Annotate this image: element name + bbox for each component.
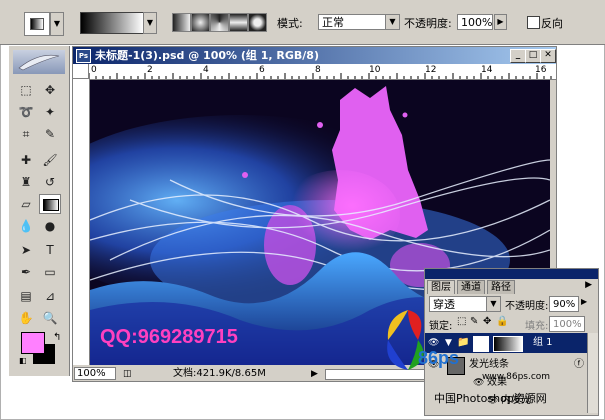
watermark-caption: 中国Photoshop资源网 <box>434 392 547 405</box>
healing-brush-tool-icon[interactable]: ✚ <box>15 150 37 170</box>
horizontal-ruler[interactable]: 0 2 4 6 8 10 12 14 16 <box>89 64 556 80</box>
zoom-input[interactable]: 100% <box>74 367 116 380</box>
tab-paths[interactable]: 路径 <box>487 280 515 294</box>
type-tool-icon[interactable]: T <box>39 240 61 260</box>
layer-opacity-arrow-icon[interactable]: ▶ <box>581 297 587 306</box>
reflected-gradient-button[interactable] <box>229 13 248 32</box>
fill-label: 填充: <box>525 321 549 332</box>
eyedropper-tool-icon[interactable]: ⊿ <box>39 286 61 306</box>
fill-value: 100% <box>553 319 582 330</box>
slice-tool-icon[interactable]: ✎ <box>39 124 61 144</box>
document-title-bar[interactable]: Ps 未标题-1(3).psd @ 100% (组 1, RGB/8) _ □ … <box>73 47 556 64</box>
watermark-brand: 86ps <box>418 348 460 368</box>
foreground-color-swatch[interactable] <box>21 332 45 354</box>
gradient-picker-dropdown-icon[interactable]: ▼ <box>143 12 157 34</box>
diamond-gradient-button[interactable] <box>248 13 267 32</box>
opacity-input-value: 100% <box>461 16 493 29</box>
shape-tool-icon[interactable]: ▭ <box>39 262 61 282</box>
path-selection-tool-icon[interactable]: ➤ <box>15 240 37 260</box>
layer-name: 组 1 <box>533 337 553 348</box>
status-menu-arrow-icon[interactable]: ▶ <box>311 367 318 381</box>
ruler-ticks-graphic <box>89 73 552 79</box>
options-bar: ▼ ▼ 模式: 正常 ▼ 不透明度: 100% ▶ 反向 <box>0 0 605 45</box>
linear-gradient-button[interactable] <box>172 13 191 32</box>
toolbox: ⬚ ✥ ➰ ✦ ⌗ ✎ ✚ 🖌 ♜ ↺ ▱ 💧 ● ➤ T ✒ ▭ ▤ ⊿ ✋ … <box>9 46 70 376</box>
status-preview-icon[interactable]: ◫ <box>123 367 132 381</box>
reverse-checkbox[interactable] <box>527 16 540 29</box>
fill-input[interactable]: 100% <box>549 316 585 332</box>
group-mask-thumbnail <box>493 336 523 352</box>
mode-label: 模式: <box>277 17 303 30</box>
radial-gradient-button[interactable] <box>191 13 210 32</box>
tool-preset-picker[interactable] <box>24 12 50 36</box>
watermark-url: www.86ps.com <box>482 372 551 382</box>
opacity-label: 不透明度: <box>404 17 452 30</box>
layer-opacity-value: 90% <box>553 299 576 310</box>
marquee-tool-icon[interactable]: ⬚ <box>15 80 37 100</box>
layer-opacity-input[interactable]: 90% <box>549 296 579 312</box>
site-watermark: 86ps www.86ps.com 中国Photoshop资源网 <box>378 300 550 420</box>
swap-colors-icon[interactable]: ↰ <box>53 332 61 343</box>
layers-scrollbar[interactable] <box>587 333 598 413</box>
tab-channels[interactable]: 通道 <box>457 280 485 294</box>
document-title: 未标题-1(3).psd @ 100% (组 1, RGB/8) <box>95 49 319 62</box>
lock-all-icon[interactable]: 🔒 <box>496 316 508 327</box>
photoshop-feather-logo <box>13 50 65 74</box>
brush-tool-icon[interactable]: 🖌 <box>39 150 61 170</box>
mode-select-value: 正常 <box>322 16 344 29</box>
magic-wand-tool-icon[interactable]: ✦ <box>39 102 61 122</box>
angle-gradient-button[interactable] <box>210 13 229 32</box>
blur-tool-icon[interactable]: 💧 <box>15 216 37 236</box>
move-tool-icon[interactable]: ✥ <box>39 80 61 100</box>
minimize-button[interactable]: _ <box>510 49 526 63</box>
ruler-origin[interactable] <box>73 64 89 79</box>
canvas-qq-text: QQ:969289715 <box>100 326 238 348</box>
default-colors-icon[interactable]: ◧ <box>19 356 27 365</box>
clone-stamp-tool-icon[interactable]: ♜ <box>15 172 37 192</box>
zoom-value: 100% <box>77 368 106 379</box>
lasso-tool-icon[interactable]: ➰ <box>15 102 37 122</box>
layers-panel-title-bar[interactable] <box>425 269 598 279</box>
history-brush-tool-icon[interactable]: ↺ <box>39 172 61 192</box>
document-size-info: 文档:421.9K/8.65M <box>173 368 266 379</box>
pen-tool-icon[interactable]: ✒ <box>15 262 37 282</box>
opacity-slider-arrow-icon[interactable]: ▶ <box>494 14 507 30</box>
reverse-label: 反向 <box>541 17 563 30</box>
maximize-button[interactable]: □ <box>525 49 541 63</box>
close-button[interactable]: ✕ <box>540 49 556 63</box>
tool-preset-dropdown-icon[interactable]: ▼ <box>50 12 64 36</box>
panel-menu-arrow-icon[interactable]: ▶ <box>585 280 592 290</box>
layer-effects-icon[interactable]: ⓕ <box>574 355 584 375</box>
blend-mode-arrow-icon: ▼ <box>486 297 500 311</box>
crop-tool-icon[interactable]: ⌗ <box>15 124 37 144</box>
layer-opacity-label: 不透明度: <box>505 301 549 312</box>
document-icon: Ps <box>76 49 91 63</box>
vertical-ruler[interactable] <box>73 79 90 365</box>
mode-select-arrow-icon: ▼ <box>385 15 399 29</box>
gradient-tool-icon[interactable] <box>39 194 61 214</box>
notes-tool-icon[interactable]: ▤ <box>15 286 37 306</box>
gradient-editor-swatch[interactable] <box>80 12 144 34</box>
hand-tool-icon[interactable]: ✋ <box>15 308 37 328</box>
tab-layers[interactable]: 图层 <box>427 280 455 294</box>
dodge-tool-icon[interactable]: ● <box>39 216 61 236</box>
opacity-input[interactable]: 100% <box>457 14 493 30</box>
lock-position-icon[interactable]: ✥ <box>483 316 491 327</box>
eraser-tool-icon[interactable]: ▱ <box>15 194 37 214</box>
mode-select[interactable]: 正常 ▼ <box>318 14 400 30</box>
zoom-tool-icon[interactable]: 🔍 <box>39 308 61 328</box>
